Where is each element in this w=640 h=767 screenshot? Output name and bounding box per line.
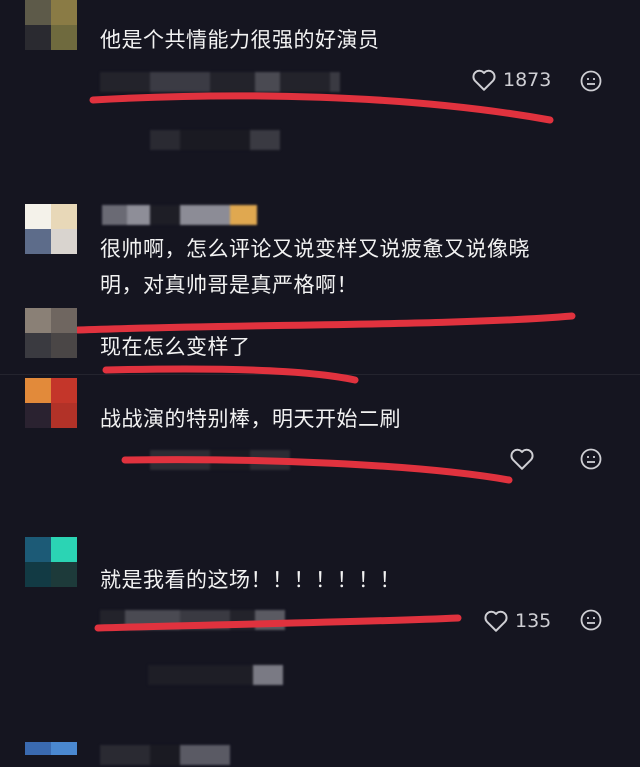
emoji-face-icon[interactable] xyxy=(580,70,602,92)
emoji-face-icon[interactable] xyxy=(580,609,602,631)
blurred-username xyxy=(102,205,257,225)
avatar[interactable] xyxy=(25,378,77,428)
avatar[interactable] xyxy=(25,204,77,254)
avatar[interactable] xyxy=(25,537,77,587)
avatar[interactable] xyxy=(25,308,77,358)
avatar[interactable] xyxy=(25,742,77,767)
comment-text: 就是我看的这场！！！！！！！ xyxy=(100,568,401,592)
comment-text: 战战演的特别棒，明天开始二刷 xyxy=(100,407,401,431)
red-underline xyxy=(89,92,554,124)
red-underline xyxy=(102,365,359,384)
blurred-reply xyxy=(150,130,280,150)
emoji-face-icon[interactable] xyxy=(580,448,602,470)
heart-outline-icon xyxy=(472,69,496,91)
comment-text: 他是个共情能力很强的好演员 xyxy=(100,28,380,52)
like-count: 1873 xyxy=(503,69,552,91)
heart-outline-icon xyxy=(484,610,508,632)
comment-text-line-1: 很帅啊，怎么评论又说变样又说疲惫又说像晓 xyxy=(100,237,530,261)
comment-text: 现在怎么变样了 xyxy=(100,335,251,359)
comment-text-line-2: 明，对真帅哥是真严格啊！ xyxy=(100,273,358,297)
red-underline xyxy=(94,614,462,632)
like-count: 135 xyxy=(515,610,552,632)
blurred-reply xyxy=(148,665,283,685)
red-underline xyxy=(121,456,513,484)
avatar[interactable] xyxy=(25,0,77,50)
blurred-username xyxy=(100,745,230,765)
like-button[interactable]: 135 xyxy=(483,609,551,633)
like-button[interactable]: 1873 xyxy=(471,68,551,92)
heart-outline-icon[interactable] xyxy=(509,447,535,471)
